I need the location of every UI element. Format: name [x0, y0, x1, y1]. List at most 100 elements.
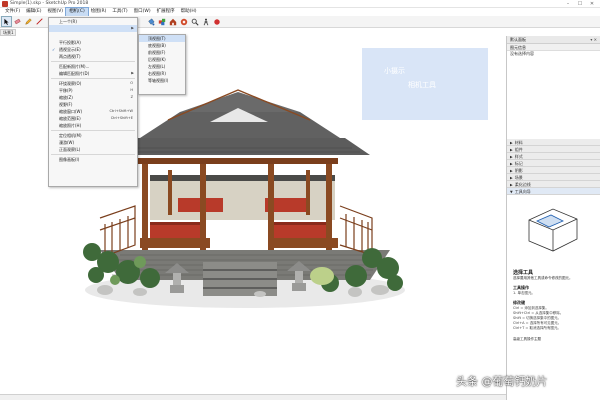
camera-menu-item[interactable]: 正面观察(L) — [49, 146, 137, 153]
camera-menu-item[interactable]: 环绕观察(O) O — [49, 80, 137, 87]
camera-menu-item[interactable]: 两点透视(T) — [49, 53, 137, 60]
camera-menu-item-label: 缩放(Z) — [59, 95, 73, 100]
camera-menu-item[interactable]: 定位相机(M) — [49, 132, 137, 139]
standard-view-item[interactable]: 等轴视图(I) — [139, 77, 185, 84]
expand-right-icon: ▶ — [510, 141, 513, 145]
camera-menu-item-shortcut: O — [130, 81, 133, 85]
entity-info-header[interactable]: 图元信息 — [507, 44, 600, 51]
tray-panel-header[interactable]: ▶ 标记 — [507, 160, 600, 167]
standard-view-item[interactable]: 顶视图(T) — [139, 35, 185, 42]
camera-menu-item-label: 缩放窗口(W) — [59, 109, 83, 114]
instructor-description: 选择要用其他工具或命令修改的图元。 — [513, 276, 573, 280]
paint-bucket-icon[interactable] — [146, 17, 155, 26]
camera-menu-item-label: 漫游(W) — [59, 140, 75, 145]
pencil-icon[interactable] — [24, 17, 33, 26]
instructor-illustration — [507, 195, 600, 267]
camera-menu-item[interactable]: 平移(P) H — [49, 87, 137, 94]
camera-menu-item[interactable]: 平行投影(A) — [49, 39, 137, 46]
camera-menu-item[interactable]: 缩放窗口(W) Ctrl+Shift+W — [49, 108, 137, 115]
standard-view-item[interactable]: 后视图(K) — [139, 56, 185, 63]
select-icon[interactable] — [1, 16, 12, 27]
tray-panel-list: ▶ 材料 ▶ 组件 ▶ 样式 ▶ 标记 ▶ 阴影 ▶ 场景 ▶ 柔化边线 ▼ 工具向导 — [507, 139, 600, 195]
menu-tools[interactable]: 工具(T) — [109, 8, 130, 16]
camera-menu-item[interactable]: 匹配新照片(M)... — [49, 63, 137, 70]
sketchup-window: Simple(1).skp - SketchUp Pro 2018 – ☐ ✕ … — [0, 0, 600, 400]
camera-menu-item[interactable]: 图像画板(I) — [49, 156, 137, 163]
expand-right-icon: ▶ — [510, 183, 513, 187]
menu-bar: 文件(F) 编辑(E) 视图(V) 相机(C) 绘图(R) 工具(T) 窗口(W… — [0, 7, 600, 17]
camera-menu-item[interactable]: 缩放范围(E) Ctrl+Shift+E — [49, 115, 137, 122]
menu-edit[interactable]: 编辑(E) — [23, 8, 44, 16]
standard-view-item-label: 底视图(B) — [148, 43, 166, 48]
line-icon[interactable] — [35, 17, 44, 26]
camera-menu-item-label: 平移(P) — [59, 88, 73, 93]
camera-menu-item-shortcut: Ctrl+Shift+E — [110, 116, 133, 120]
camera-menu-item-label: 平行投影(A) — [59, 40, 81, 45]
scene-tab[interactable]: 场景1 — [0, 29, 16, 36]
menu-file[interactable]: 文件(F) — [2, 8, 23, 16]
zoom-icon[interactable] — [190, 17, 199, 26]
instructor-title: 选择工具 — [513, 270, 534, 276]
menu-extensions[interactable]: 扩展程序 — [154, 8, 178, 16]
standard-view-item-label: 左视图(L) — [148, 64, 166, 69]
instructor-advanced-link[interactable]: 高级工具操作主题 — [507, 337, 600, 342]
tray-panel-header[interactable]: ▶ 场景 — [507, 174, 600, 181]
warehouse-icon[interactable] — [168, 17, 177, 26]
camera-menu-item[interactable]: 上一个(R) — [49, 18, 137, 25]
tray-panel-label: 标记 — [514, 161, 523, 166]
tray-header: 默认面板 ▾ ✕ — [507, 36, 600, 44]
close-button[interactable]: ✕ — [586, 0, 598, 8]
standard-view-item[interactable]: 左视图(L) — [139, 63, 185, 70]
window-title: Simple(1).skp - SketchUp Pro 2018 — [10, 1, 89, 6]
tray-panel-header[interactable]: ▶ 样式 — [507, 153, 600, 160]
camera-menu-item-label: 匹配新照片(M)... — [59, 64, 90, 69]
entity-info-body — [507, 57, 600, 139]
menu-divider — [51, 154, 135, 155]
camera-menu-item-label: 上一个(R) — [59, 19, 77, 24]
expand-right-icon: ▶ — [510, 148, 513, 152]
menu-divider — [51, 130, 135, 131]
camera-menu-item-label: 正面观察(L) — [59, 147, 81, 152]
menu-view[interactable]: 视图(V) — [44, 8, 66, 16]
tray-panel-label: 柔化边线 — [514, 182, 531, 187]
camera-menu-item[interactable]: 缩放(Z) Z — [49, 94, 137, 101]
tray-panel-header[interactable]: ▶ 阴影 — [507, 167, 600, 174]
camera-menu-item[interactable]: 漫游(W) — [49, 139, 137, 146]
maximize-button[interactable]: ☐ — [574, 0, 586, 8]
camera-menu-submenu-item[interactable]: 编辑匹配照片(D) ▶ — [49, 70, 137, 77]
camera-menu-item[interactable] — [49, 32, 137, 39]
camera-menu-item-label: 两点透视(T) — [59, 54, 81, 59]
expand-down-icon: ▼ — [510, 190, 513, 194]
minimize-button[interactable]: – — [562, 0, 574, 8]
expand-right-icon: ▶ — [510, 169, 513, 173]
expand-right-icon: ▶ — [510, 155, 513, 159]
camera-menu-item-label: 编辑匹配照片(D) — [59, 71, 90, 76]
camera-menu-item-shortcut: Ctrl+Shift+W — [109, 109, 133, 113]
tray-header-controls[interactable]: ▾ ✕ — [590, 36, 600, 43]
tray-panel-header[interactable]: ▼ 工具向导 — [507, 188, 600, 195]
menu-help[interactable]: 帮助(H) — [178, 8, 200, 16]
camera-menu-item[interactable]: 缩放照片(H) — [49, 122, 137, 129]
tray-panel-header[interactable]: ▶ 材料 — [507, 139, 600, 146]
standard-view-item[interactable]: 右视图(R) — [139, 70, 185, 77]
menu-draw[interactable]: 绘图(R) — [88, 8, 110, 16]
tray-panel-label: 阴影 — [514, 168, 523, 173]
component-icon[interactable] — [157, 17, 166, 26]
menu-camera[interactable]: 相机(C) — [65, 7, 89, 17]
camera-menu-item[interactable]: 视野(F) — [49, 101, 137, 108]
camera-menu-item-label: 定位相机(M) — [59, 133, 82, 138]
tray-panel-label: 组件 — [514, 147, 523, 152]
tray-panel-header[interactable]: ▶ 柔化边线 — [507, 181, 600, 188]
walk-icon[interactable] — [201, 17, 210, 26]
eraser-icon[interactable] — [13, 17, 22, 26]
standard-view-item[interactable]: 前视图(F) — [139, 49, 185, 56]
standard-view-item[interactable]: 底视图(B) — [139, 42, 185, 49]
menu-window[interactable]: 窗口(W) — [131, 8, 154, 16]
camera-menu-submenu-item[interactable]: ▶ — [49, 25, 137, 32]
extension-warehouse-icon[interactable] — [179, 17, 188, 26]
dot-icon[interactable] — [212, 17, 221, 26]
tray-panel-header[interactable]: ▶ 组件 — [507, 146, 600, 153]
camera-menu-item[interactable]: ✓ 透视显示(E) — [49, 46, 137, 53]
checkmark-icon: ✓ — [52, 47, 56, 52]
tray-header-title: 默认面板 — [510, 37, 526, 42]
